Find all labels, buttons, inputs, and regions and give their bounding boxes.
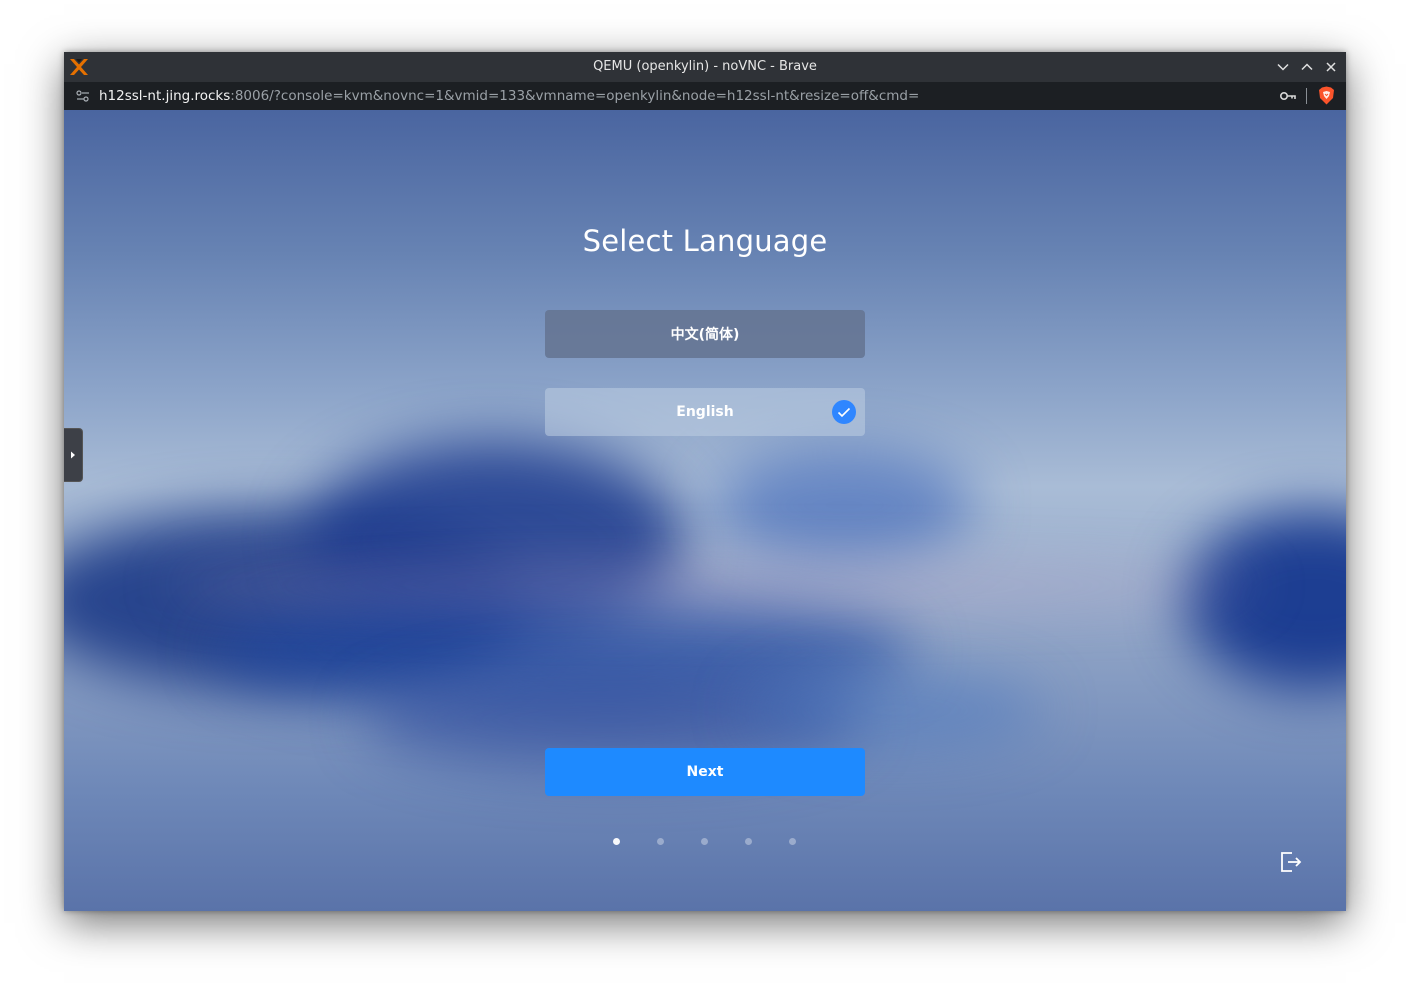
novnc-control-bar-handle[interactable] (64, 428, 83, 482)
close-button[interactable] (1323, 59, 1339, 75)
chevron-down-icon (1277, 63, 1289, 71)
exit-icon[interactable] (1279, 850, 1303, 874)
key-icon[interactable] (1279, 89, 1297, 103)
language-label: English (676, 404, 734, 420)
step-dot (745, 838, 752, 845)
language-label: 中文(简体) (670, 327, 740, 343)
step-dot-active (613, 838, 620, 845)
page-title: Select Language (582, 224, 828, 258)
window-title: QEMU (openkylin) - noVNC - Brave (593, 59, 817, 74)
wallpaper-shape (744, 670, 1044, 750)
addressbar-divider (1306, 88, 1307, 104)
wallpaper-shape (1184, 510, 1346, 690)
wallpaper-shape (714, 450, 974, 560)
next-button[interactable]: Next (545, 748, 865, 796)
next-button-label: Next (686, 764, 724, 780)
brave-shields-icon[interactable] (1318, 86, 1335, 105)
url-field[interactable]: h12ssl-nt.jing.rocks:8006/?console=kvm&n… (99, 82, 919, 110)
titlebar[interactable]: QEMU (openkylin) - noVNC - Brave (64, 52, 1346, 82)
language-option-chinese[interactable]: 中文(简体) (545, 310, 865, 358)
site-settings-icon[interactable] (75, 88, 91, 104)
language-option-english[interactable]: English (545, 388, 865, 436)
caret-right-icon (71, 451, 75, 459)
url-host: h12ssl-nt.jing.rocks (99, 88, 231, 104)
minimize-button[interactable] (1275, 59, 1291, 75)
address-bar[interactable]: h12ssl-nt.jing.rocks:8006/?console=kvm&n… (64, 82, 1346, 111)
step-dot (701, 838, 708, 845)
wallpaper-shape (164, 565, 1264, 605)
selected-check-icon (832, 400, 856, 424)
close-icon (1326, 62, 1336, 72)
chevron-up-icon (1301, 63, 1313, 71)
browser-window: QEMU (openkylin) - noVNC - Brave h12ssl-… (64, 52, 1346, 911)
step-dot (657, 838, 664, 845)
url-path: :8006/?console=kvm&novnc=1&vmid=133&vmna… (230, 88, 920, 104)
vnc-screen[interactable]: Select Language 中文(简体) English Next (64, 110, 1346, 911)
maximize-button[interactable] (1299, 59, 1315, 75)
step-dot (789, 838, 796, 845)
step-indicator (64, 838, 1346, 846)
